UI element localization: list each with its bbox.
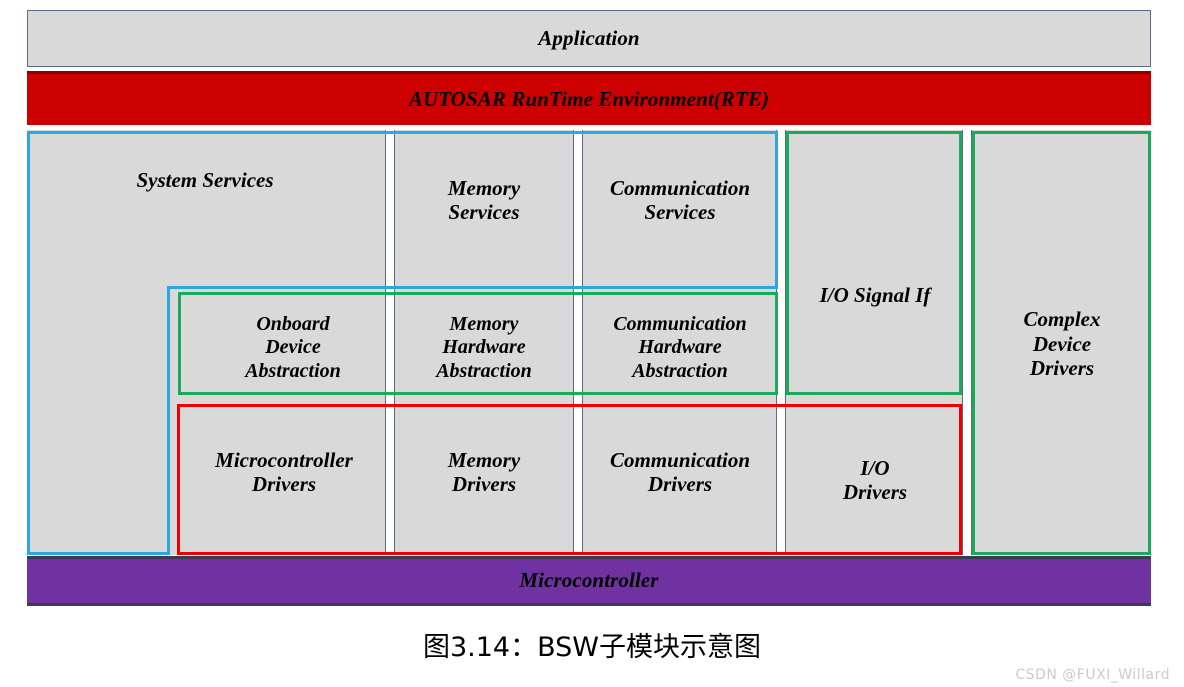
csdn-watermark: CSDN @FUXI_Willard — [1015, 667, 1170, 683]
application-layer-box: Application — [27, 10, 1151, 67]
autosar-bsw-layer-diagram: Application AUTOSAR RunTime Environment(… — [0, 0, 1184, 687]
rte-layer-bar: AUTOSAR RunTime Environment(RTE) — [27, 71, 1151, 125]
bsw-layer-body — [27, 130, 1151, 555]
column-separator-3 — [776, 130, 786, 555]
figure-caption: 图3.14：BSW子模块示意图 — [422, 632, 761, 663]
column-separator-4 — [962, 130, 972, 555]
microcontroller-layer-bar: Microcontroller — [27, 556, 1151, 606]
column-separator-2 — [573, 130, 583, 555]
column-separator-1 — [385, 130, 395, 555]
